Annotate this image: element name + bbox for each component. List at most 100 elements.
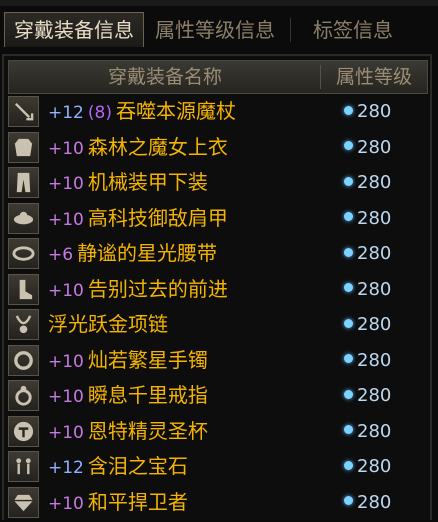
level-dot-icon bbox=[344, 460, 353, 470]
level-dot-icon bbox=[344, 354, 353, 363]
level-value: 280 bbox=[357, 207, 392, 229]
level-dot-icon bbox=[344, 141, 353, 150]
level-value: 280 bbox=[357, 491, 392, 513]
equipment-name-cell: +6 静谧的星光腰带 bbox=[48, 236, 217, 271]
item-name: 高科技御敌肩甲 bbox=[87, 205, 228, 230]
attribute-level: 280 bbox=[344, 485, 391, 520]
item-name: 恩特精灵圣杯 bbox=[87, 418, 208, 443]
level-dot-icon bbox=[344, 247, 353, 257]
enhance-level: +10 bbox=[48, 387, 84, 407]
equipment-row[interactable]: +10 森林之魔女上衣 280 bbox=[4, 130, 430, 165]
level-dot-icon bbox=[344, 176, 353, 186]
equipment-row[interactable]: +10 告别过去的前进 280 bbox=[4, 272, 430, 307]
enhance-level: +10 bbox=[48, 351, 84, 372]
equipment-name-cell: 浮光跃金项链 bbox=[48, 307, 168, 342]
attribute-level: 280 bbox=[344, 201, 391, 236]
equipment-slot bbox=[8, 451, 39, 482]
level-dot-icon bbox=[344, 389, 353, 399]
shoulder-icon bbox=[13, 211, 34, 224]
enhance-level: +10 bbox=[48, 209, 84, 230]
level-dot-icon bbox=[344, 105, 353, 115]
equipment-slot bbox=[8, 380, 39, 411]
enhance-level: +10 bbox=[48, 280, 84, 301]
equipment-name-cell: +12 (8) 吞噬本源魔杖 bbox=[48, 94, 236, 129]
table-header: 穿戴装备名称 属性等级 bbox=[8, 60, 428, 94]
attribute-level: 280 bbox=[344, 130, 391, 165]
equipment-panel: 穿戴装备名称 属性等级 +12 (8) 吞噬本源魔杖 280 +10 森林之魔女上衣 … bbox=[2, 54, 432, 520]
enhance-level: +6 bbox=[48, 245, 74, 265]
level-dot-icon bbox=[344, 425, 353, 434]
grail-icon bbox=[13, 421, 34, 441]
equipment-slot bbox=[8, 202, 39, 234]
equipment-name-cell: +10 恩特精灵圣杯 bbox=[48, 414, 208, 449]
item-name: 和平捍卫者 bbox=[87, 489, 188, 514]
level-dot-icon bbox=[344, 318, 353, 328]
equipment-row[interactable]: +10 高科技御敌肩甲 280 bbox=[4, 201, 430, 236]
equipment-row[interactable]: +10 机械装甲下装 280 bbox=[4, 165, 430, 200]
enhance-level: +10 bbox=[48, 422, 84, 443]
equipment-row[interactable]: +12 (8) 吞噬本源魔杖 280 bbox=[4, 94, 430, 129]
enhance-level: +10 bbox=[48, 174, 84, 194]
item-name: 吞噬本源魔杖 bbox=[115, 99, 236, 123]
equipment-slot bbox=[8, 96, 39, 127]
level-value: 280 bbox=[357, 243, 392, 264]
level-dot-icon bbox=[344, 496, 353, 505]
boots-icon bbox=[19, 279, 33, 299]
equipment-slot bbox=[8, 344, 39, 376]
tab-tag-info[interactable]: 标签信息 bbox=[294, 14, 412, 46]
necklace-icon bbox=[15, 315, 32, 334]
level-value: 280 bbox=[357, 349, 392, 371]
robe-icon bbox=[14, 138, 33, 156]
equipment-name-cell: +10 瞬息千里戒指 bbox=[48, 378, 208, 413]
attribute-level: 280 bbox=[344, 343, 391, 378]
belt-icon bbox=[12, 246, 35, 261]
tab-equipment-info[interactable]: 穿戴装备信息 bbox=[4, 12, 144, 47]
wand-icon bbox=[14, 102, 34, 121]
item-name: 森林之魔女上衣 bbox=[87, 134, 228, 159]
column-header-level: 属性等级 bbox=[335, 66, 412, 88]
equipment-slot bbox=[8, 238, 39, 269]
item-name: 瞬息千里戒指 bbox=[87, 383, 208, 407]
equipment-name-cell: +10 森林之魔女上衣 bbox=[48, 130, 228, 165]
level-value: 280 bbox=[357, 456, 392, 477]
item-name: 静谧的星光腰带 bbox=[77, 241, 218, 265]
equipment-slot bbox=[8, 415, 39, 447]
ring-icon bbox=[15, 385, 32, 406]
equipment-slot bbox=[8, 486, 39, 518]
attribute-level: 280 bbox=[344, 272, 391, 307]
attribute-level: 280 bbox=[344, 94, 391, 129]
level-dot-icon bbox=[344, 212, 353, 221]
equipment-row[interactable]: +10 灿若繁星手镯 280 bbox=[4, 343, 430, 378]
level-value: 280 bbox=[357, 385, 392, 406]
equipment-name-cell: +10 告别过去的前进 bbox=[48, 272, 228, 307]
pants-icon bbox=[16, 172, 31, 193]
equipment-row[interactable]: +10 瞬息千里戒指 280 bbox=[4, 378, 430, 413]
column-header-name: 穿戴装备名称 bbox=[107, 66, 222, 88]
level-value: 280 bbox=[357, 314, 392, 335]
attribute-level: 280 bbox=[344, 236, 391, 271]
level-value: 280 bbox=[357, 101, 392, 122]
equipment-row[interactable]: +10 恩特精灵圣杯 280 bbox=[4, 414, 430, 449]
enhance-level: +10 bbox=[48, 138, 84, 159]
equipment-row[interactable]: +6 静谧的星光腰带 280 bbox=[4, 236, 430, 271]
level-value: 280 bbox=[357, 420, 392, 442]
bracelet-icon bbox=[14, 350, 33, 370]
equipment-name-cell: +12 含泪之宝石 bbox=[48, 449, 188, 484]
item-name: 灿若繁星手镯 bbox=[87, 347, 208, 372]
equipment-name-cell: +10 机械装甲下装 bbox=[48, 165, 208, 200]
equipment-row[interactable]: +12 含泪之宝石 280 bbox=[4, 449, 430, 484]
equipment-row[interactable]: +10 和平捍卫者 280 bbox=[4, 485, 430, 520]
equipment-name-cell: +10 灿若繁星手镯 bbox=[48, 343, 208, 378]
tab-attribute-level-info[interactable]: 属性等级信息 bbox=[146, 14, 284, 46]
enhance-level: +12 bbox=[48, 458, 84, 478]
equipment-slot bbox=[8, 273, 39, 305]
tab-divider bbox=[290, 18, 291, 42]
equipment-slot bbox=[8, 167, 39, 198]
equipment-name-cell: +10 和平捍卫者 bbox=[48, 485, 188, 520]
enhance-level: +12 bbox=[48, 103, 84, 123]
equipment-slot bbox=[8, 131, 39, 163]
refine-tag: (8) bbox=[87, 103, 112, 123]
attribute-level: 280 bbox=[344, 378, 391, 413]
equipment-slot bbox=[8, 309, 39, 340]
equipment-row[interactable]: 浮光跃金项链 280 bbox=[4, 307, 430, 342]
